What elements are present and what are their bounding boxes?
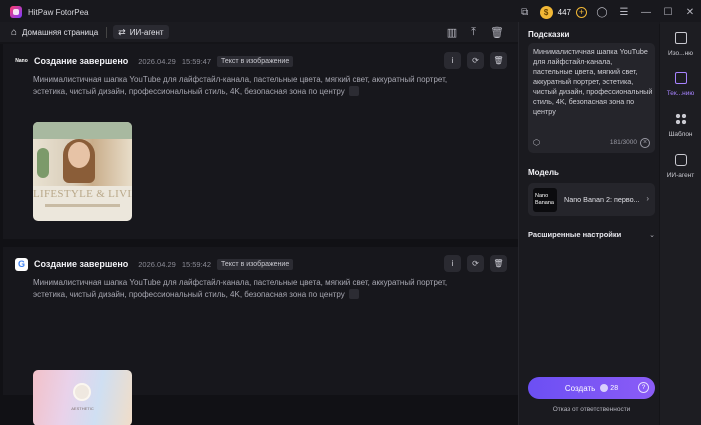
card-prompt: Минималистичная шапка YouTube для лайфст… (33, 277, 483, 301)
card-time: 15:59:47 (181, 56, 212, 66)
nav-ai-agent[interactable]: ИИ-агент (660, 146, 701, 186)
tab-ai-agent[interactable]: ⇄ ИИ-агент (113, 25, 169, 39)
title-bar: HitPaw FotorPea ⧉ $ 447 + ◯ ☰ — ☐ ✕ (0, 0, 701, 24)
trash-icon[interactable]: 🗑 (490, 26, 504, 39)
toolbar: ⌂ Домашняя страница ⇄ ИИ-агент ▥ ⤒ 🗑 (0, 22, 518, 42)
delete-button[interactable]: 🗑 (490, 52, 507, 69)
coin-icon: $ (539, 5, 553, 19)
copy-icon[interactable] (348, 289, 359, 299)
result-card: Nano Создание завершено 2026.04.29 15:59… (3, 44, 518, 239)
info-button[interactable]: i (444, 255, 461, 272)
nav-image-to-image[interactable]: Изо...ню (660, 24, 701, 64)
copy-icon[interactable] (348, 86, 359, 96)
model-label: Модель (528, 168, 559, 177)
prompt-input[interactable]: Минималистичная шапка YouTube для лайфст… (528, 43, 655, 153)
card-tag: Текст в изображение (217, 55, 294, 67)
card-tag: Текст в изображение (217, 258, 294, 270)
clear-icon[interactable]: × (640, 138, 650, 148)
menu-icon[interactable]: ☰ (613, 0, 635, 24)
book-icon[interactable]: ▥ (447, 26, 457, 39)
maximize-icon[interactable]: ☐ (657, 0, 679, 24)
agent-label: ИИ-агент (129, 27, 164, 37)
robot-icon (674, 154, 687, 166)
char-count: 181/3000 (609, 139, 637, 146)
close-icon[interactable]: ✕ (679, 0, 701, 24)
credits-count: 447 (557, 7, 571, 17)
thumbnail-brand: LIFESTYLE & LIVING (33, 188, 132, 200)
coin-icon (600, 384, 609, 392)
chevron-down-icon: ⌄ (649, 231, 655, 239)
screenshot-icon[interactable]: ⧉ (514, 0, 536, 24)
app-title: HitPaw FotorPea (28, 7, 89, 17)
help-icon[interactable]: ? (638, 382, 649, 393)
account-icon[interactable]: ◯ (591, 0, 613, 24)
card-title: Создание завершено (34, 259, 129, 269)
home-button[interactable]: ⌂ Домашняя страница (11, 27, 98, 38)
swap-icon: ⇄ (118, 26, 126, 37)
minimize-icon[interactable]: — (635, 0, 657, 24)
thumbnail-plant (37, 148, 49, 178)
delete-button[interactable]: 🗑 (490, 255, 507, 272)
disclaimer-link[interactable]: Отказ от ответственности (528, 406, 655, 413)
card-prompt: Минималистичная шапка YouTube для лайфст… (33, 74, 483, 98)
model-name: Nano Banan 2: перво... (564, 195, 640, 204)
nav-text-to-image[interactable]: Тек...нию (660, 64, 701, 104)
card-prompt-text: Минималистичная шапка YouTube для лайфст… (33, 75, 448, 96)
home-label: Домашняя страница (22, 27, 99, 37)
advanced-settings-label: Расширенные настройки (528, 230, 622, 239)
template-icon (674, 113, 687, 125)
thumbnail-face (68, 142, 90, 168)
card-date: 2026.04.29 (138, 259, 176, 269)
nano-banana-logo-icon: Nano (15, 58, 28, 64)
create-cost: 28 (610, 384, 619, 392)
card-prompt-text: Минималистичная шапка YouTube для лайфст… (33, 278, 448, 299)
info-button[interactable]: i (444, 52, 461, 69)
card-time: 15:59:42 (181, 259, 212, 269)
cube-icon[interactable]: ⬡ (533, 138, 540, 147)
create-button[interactable]: Создать 28 ? (528, 377, 655, 399)
create-label: Создать (564, 383, 596, 393)
upload-icon[interactable]: ⤒ (471, 26, 476, 39)
thumbnail-caption: AESTHETIC (71, 406, 94, 411)
advanced-settings-toggle[interactable]: Расширенные настройки ⌄ (528, 230, 655, 239)
text-to-image-icon (674, 72, 687, 84)
google-logo-icon: G (15, 257, 28, 271)
thumbnail-band (33, 122, 132, 139)
prompt-input-text: Минималистичная шапка YouTube для лайфст… (533, 47, 653, 116)
regenerate-button[interactable]: ⟳ (467, 255, 484, 272)
card-date: 2026.04.29 (138, 56, 176, 66)
chevron-right-icon: › (646, 194, 649, 203)
nano-banana-model-icon: Nano Banana (533, 187, 557, 212)
nav-label: Тек...нию (666, 90, 695, 97)
result-card: G Создание завершено 2026.04.29 15:59:42… (3, 247, 518, 425)
thumbnail-subline (45, 204, 120, 207)
add-credits-icon[interactable]: + (576, 6, 587, 18)
image-icon (674, 32, 687, 44)
right-nav: Изо...ню Тек...нию Шаблон ИИ-агент (660, 22, 701, 425)
result-thumbnail[interactable]: LIFESTYLE & LIVING (33, 122, 132, 221)
results-feed: Nano Создание завершено 2026.04.29 15:59… (0, 44, 518, 425)
card-title: Создание завершено (34, 56, 129, 66)
nav-label: ИИ-агент (666, 172, 695, 179)
nav-label: Изо...ню (667, 50, 694, 57)
result-thumbnail[interactable]: AESTHETIC (33, 370, 132, 425)
nav-template[interactable]: Шаблон (660, 105, 701, 145)
model-selector[interactable]: Nano Banana Nano Banan 2: перво... › (528, 183, 655, 216)
app-logo-icon (10, 6, 22, 18)
nav-label: Шаблон (668, 131, 693, 138)
toolbar-divider (106, 26, 108, 38)
credits-widget[interactable]: $ 447 + (539, 5, 587, 19)
hints-label: Подсказки (528, 30, 570, 39)
thumbnail-portrait (73, 383, 91, 401)
home-icon: ⌂ (11, 26, 18, 38)
regenerate-button[interactable]: ⟳ (467, 52, 484, 69)
generation-panel: Подсказки Минималистичная шапка YouTube … (518, 22, 659, 425)
